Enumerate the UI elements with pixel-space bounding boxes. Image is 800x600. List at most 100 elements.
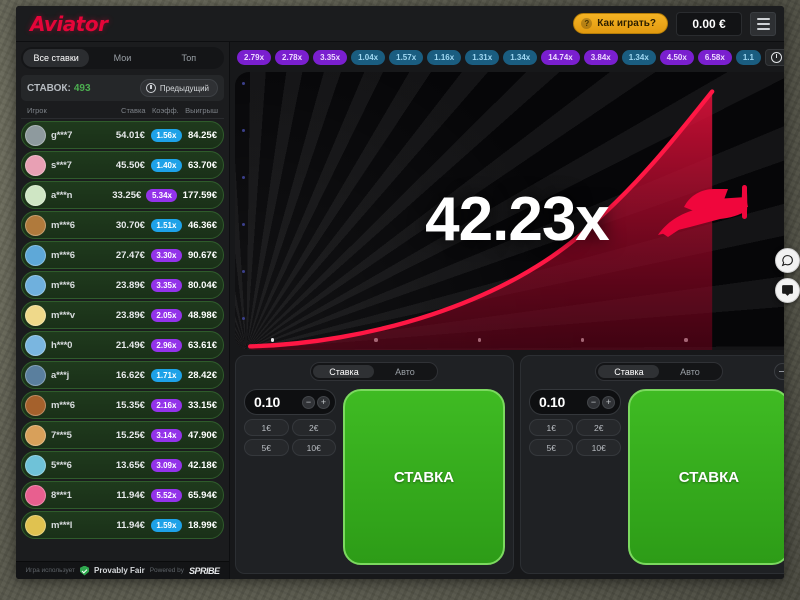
floating-action-buttons <box>775 248 800 303</box>
multiplier-badge: 5.52x <box>150 488 182 502</box>
history-chip[interactable]: 1.34x <box>621 49 656 65</box>
table-row[interactable]: m***v 23.89€ 2.05x 48.98€ <box>21 301 224 329</box>
player-name: 8***1 <box>51 489 72 501</box>
table-row[interactable]: 7***5 15.25€ 3.14x 47.90€ <box>21 421 224 449</box>
win-amount: 65.94€ <box>187 489 217 501</box>
bet-amount-input[interactable]: 0.10 − + <box>528 389 621 415</box>
history-toggle-button[interactable] <box>764 48 784 66</box>
game-main: 2.79x 2.78x 3.35x 1.04x 1.57x 1.16x 1.31x 1.34x… <box>230 42 784 579</box>
multiplier-badge: 3.09x <box>150 458 182 472</box>
minus-icon[interactable]: − <box>302 395 315 409</box>
sidebar-tab-2[interactable]: Топ <box>156 49 222 67</box>
how-to-play-button[interactable]: ? Как играть? <box>573 13 668 34</box>
history-chip[interactable]: 1.04x <box>351 49 386 65</box>
quick-amount-0[interactable]: 1€ <box>528 419 574 436</box>
minus-circle-icon[interactable] <box>773 363 784 380</box>
page-root: Aviator ? Как играть? 0.00 € Все ставки М… <box>0 0 800 600</box>
column-player: Игрок <box>27 106 47 115</box>
quick-amount-0[interactable]: 1€ <box>244 419 289 436</box>
quick-amount-2[interactable]: 5€ <box>244 439 289 456</box>
table-row[interactable]: a***n 33.25€ 5.34x 177.59€ <box>21 181 224 209</box>
hamburger-icon[interactable] <box>750 11 776 36</box>
table-row[interactable]: 8***1 11.94€ 5.52x 65.94€ <box>21 481 224 509</box>
player-name: h***0 <box>51 339 73 351</box>
avatar <box>25 514 46 536</box>
history-chip[interactable]: 3.35x <box>313 49 348 65</box>
history-chip[interactable]: 2.78x <box>275 49 310 65</box>
avatar <box>25 184 46 206</box>
bets-count-label: СТАВОК: <box>27 82 71 94</box>
panel-tab-0[interactable]: Ставка <box>598 365 660 378</box>
player-name: s***7 <box>51 159 72 171</box>
minus-icon[interactable]: − <box>586 395 600 409</box>
quick-amounts: 1€ 2€ 5€ 10€ <box>244 419 336 456</box>
history-chip[interactable]: 1.16x <box>427 49 462 65</box>
table-row[interactable]: g***7 54.01€ 1.56x 84.25€ <box>21 121 224 149</box>
sidebar-tab-1[interactable]: Мои <box>89 49 155 67</box>
table-row[interactable]: m***l 11.94€ 1.59x 18.99€ <box>21 511 224 539</box>
multiplier-badge: 3.14x <box>150 428 182 442</box>
panel-tab-1[interactable]: Авто <box>374 365 435 378</box>
quick-amount-1[interactable]: 2€ <box>576 419 621 436</box>
chat-bubble-icon[interactable] <box>775 248 800 273</box>
table-row[interactable]: m***6 30.70€ 1.51x 46.36€ <box>21 211 224 239</box>
bet-amount: 30.70€ <box>115 219 145 231</box>
plus-icon[interactable]: + <box>601 395 615 409</box>
place-bet-button[interactable]: СТАВКА <box>627 389 784 565</box>
quick-amount-3[interactable]: 10€ <box>576 439 621 456</box>
panel-tab-0[interactable]: Ставка <box>313 365 375 378</box>
avatar <box>25 364 46 386</box>
bets-list[interactable]: g***7 54.01€ 1.56x 84.25€ s***7 45.50€ 1.40x 63… <box>21 119 224 561</box>
provably-fair-label[interactable]: Provably Fair <box>94 566 145 575</box>
table-row[interactable]: 5***6 13.65€ 3.09x 42.18€ <box>21 451 224 479</box>
win-amount: 42.18€ <box>187 459 217 471</box>
history-chip[interactable]: 3.84x <box>583 49 618 65</box>
table-row[interactable]: h***0 21.49€ 2.96x 63.61€ <box>21 331 224 359</box>
player-name: m***l <box>51 519 73 531</box>
history-chip[interactable]: 4.50x <box>659 49 694 65</box>
spribe-brand: SPRIBE <box>189 565 220 576</box>
column-mult: Коэфф. <box>151 106 179 115</box>
table-row[interactable]: m***6 27.47€ 3.30x 90.67€ <box>21 241 224 269</box>
history-chip[interactable]: 2.79x <box>237 49 272 65</box>
previous-round-button[interactable]: Предыдущий <box>139 79 218 97</box>
history-chip[interactable]: 1.57x <box>389 49 424 65</box>
bet-amount: 21.49€ <box>115 339 145 351</box>
player-name: a***n <box>51 189 73 201</box>
bet-amount: 45.50€ <box>115 159 145 171</box>
bet-amount-input[interactable]: 0.10 − + <box>244 389 336 415</box>
sidebar-tab-0[interactable]: Все ставки <box>23 49 90 67</box>
bets-header: СТАВОК: 493 Предыдущий <box>21 75 224 101</box>
plus-icon[interactable]: + <box>317 395 330 409</box>
multiplier-badge: 1.56x <box>150 128 182 142</box>
avatar <box>25 274 46 296</box>
win-amount: 18.99€ <box>187 519 217 531</box>
quick-amount-2[interactable]: 5€ <box>528 439 574 456</box>
multiplier-badge: 1.40x <box>150 158 182 172</box>
place-bet-button[interactable]: СТАВКА <box>343 389 505 565</box>
quick-amount-3[interactable]: 10€ <box>291 439 336 456</box>
multiplier-badge: 1.71x <box>150 368 182 382</box>
history-chip[interactable]: 6.58x <box>697 49 732 65</box>
column-bet: Ставка <box>121 106 146 115</box>
avatar <box>25 244 46 266</box>
avatar <box>25 424 46 446</box>
history-chip[interactable]: 1.34x <box>503 49 538 65</box>
bets-column-headers: Игрок Ставка Коэфф. Выигрыш <box>21 104 224 119</box>
bet-amount: 23.89€ <box>115 309 145 321</box>
player-name: m***v <box>51 309 75 321</box>
table-row[interactable]: s***7 45.50€ 1.40x 63.70€ <box>21 151 224 179</box>
table-row[interactable]: a***j 16.62€ 1.71x 28.42€ <box>21 361 224 389</box>
multiplier-history-bar: 2.79x 2.78x 3.35x 1.04x 1.57x 1.16x 1.31x 1.34x… <box>235 47 784 67</box>
table-row[interactable]: m***6 23.89€ 3.35x 80.04€ <box>21 271 224 299</box>
history-chip[interactable]: 1.1 <box>735 49 761 65</box>
shield-check-icon <box>80 565 90 576</box>
history-chip[interactable]: 14.74x <box>541 49 580 65</box>
panel-tab-1[interactable]: Авто <box>659 365 720 378</box>
quick-amount-1[interactable]: 2€ <box>291 419 336 436</box>
support-chat-icon[interactable] <box>775 278 800 303</box>
avatar <box>25 334 46 356</box>
history-chip[interactable]: 1.31x <box>465 49 500 65</box>
table-row[interactable]: m***6 15.35€ 2.16x 33.15€ <box>21 391 224 419</box>
multiplier-badge: 1.51x <box>150 218 182 232</box>
